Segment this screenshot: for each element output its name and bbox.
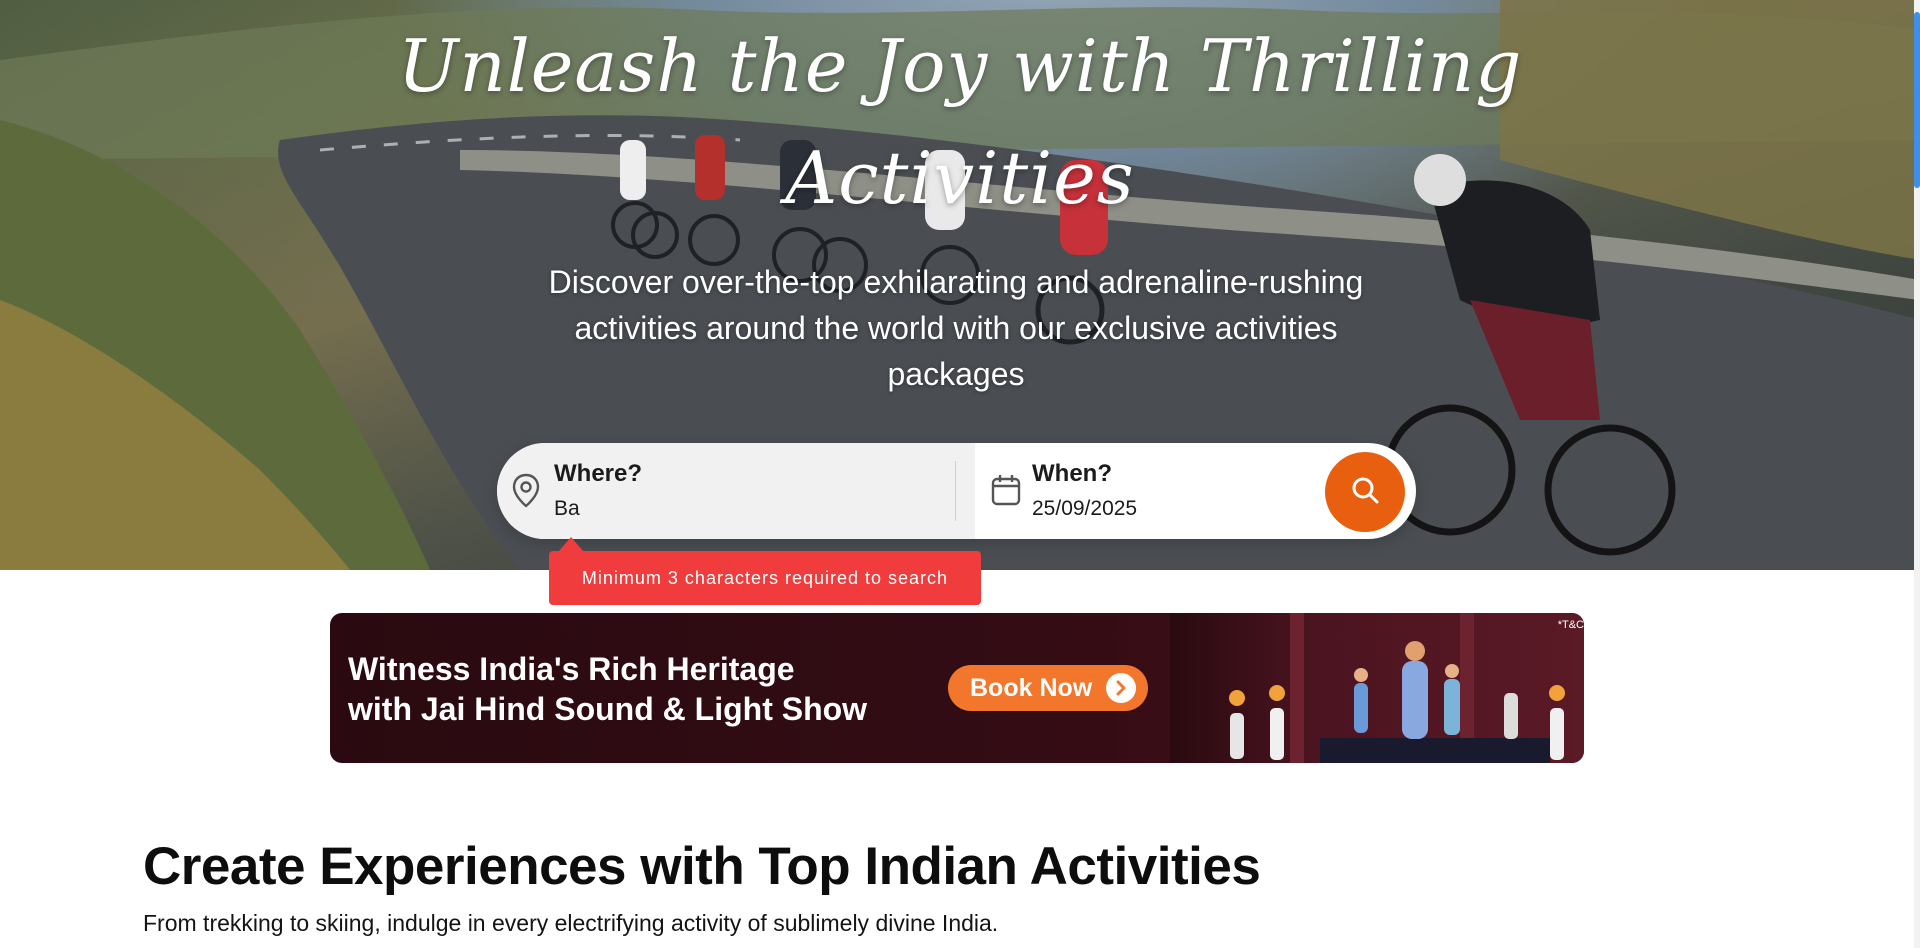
section-title: Create Experiences with Top Indian Activ… [143,837,1261,896]
banner-headline-line-1: Witness India's Rich Heritage [348,651,795,687]
when-input[interactable]: 25/09/2025 [1032,497,1137,521]
activity-search-bar: Where? Ba When? 25/09/2025 [497,443,1416,539]
search-button[interactable] [1325,452,1405,532]
hero-title-line-2: Activities [785,136,1135,220]
search-divider [955,461,956,521]
where-field[interactable]: Where? Ba [497,443,975,539]
chevron-right-icon [1106,673,1136,703]
hero-subtitle-line-3: packages [887,356,1025,392]
location-pin-icon [511,473,541,513]
hero-subtitle-line-2: activities around the world with our exc… [574,310,1338,346]
light-show-stage-image [1170,613,1584,763]
promo-banner[interactable]: Witness India's Rich Heritage with Jai H… [330,613,1584,763]
hero-title-line-1: Unleash the Joy with Thrilling [397,24,1523,108]
section-subtitle: From trekking to skiing, indulge in ever… [143,910,999,936]
scrollbar-thumb[interactable] [1914,12,1920,188]
search-icon [1350,475,1380,509]
book-now-button[interactable]: Book Now [948,665,1148,711]
calendar-icon [990,473,1022,511]
hero-title: Unleash the Joy with Thrilling Activitie… [0,10,1920,234]
hero-subtitle: Discover over-the-top exhilarating and a… [500,259,1412,397]
page-scrollbar[interactable] [1914,0,1920,948]
banner-headline-line-2: with Jai Hind Sound & Light Show [348,691,868,727]
search-error-tooltip: Minimum 3 characters required to search [549,537,981,605]
where-label: Where? [554,460,643,487]
when-label: When? [1032,460,1112,487]
book-now-label: Book Now [970,673,1093,702]
terms-link[interactable]: *T&C [1558,619,1584,631]
banner-headline: Witness India's Rich Heritage with Jai H… [348,649,867,729]
hero-subtitle-line-1: Discover over-the-top exhilarating and a… [548,264,1364,300]
where-input[interactable]: Ba [554,497,580,521]
